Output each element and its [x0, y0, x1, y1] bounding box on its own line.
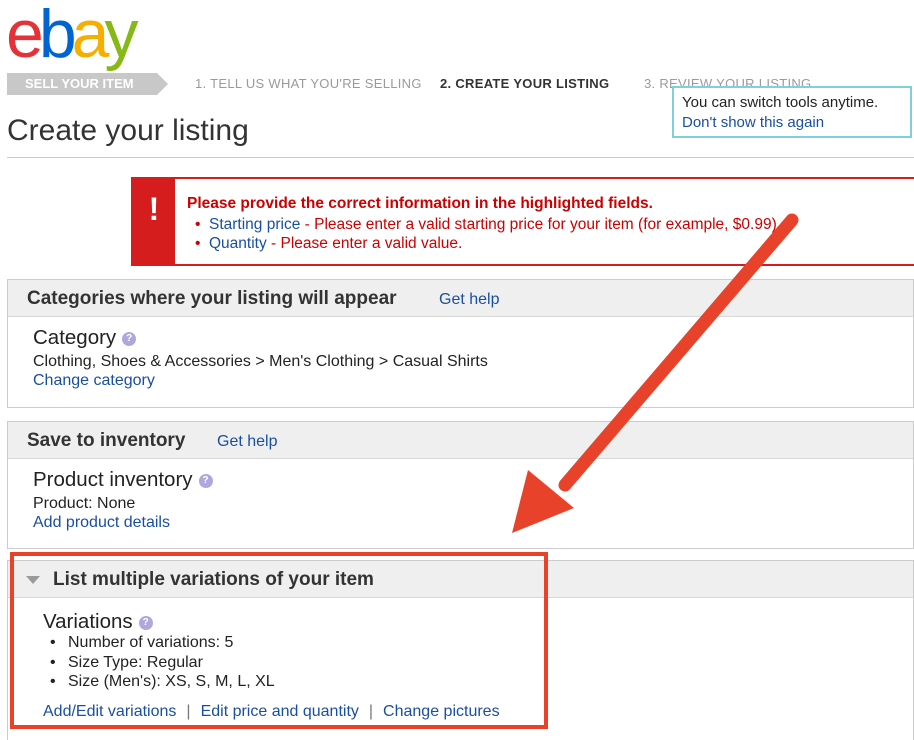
- category-help-icon[interactable]: ?: [122, 331, 137, 346]
- error-list: • Starting price - Please enter a valid s…: [195, 215, 781, 253]
- product-inventory-help-icon[interactable]: ?: [198, 473, 213, 488]
- categories-get-help-link[interactable]: Get help: [439, 291, 499, 309]
- tooltip-message: You can switch tools anytime.: [682, 94, 879, 111]
- product-inventory-label: Product inventory?: [33, 468, 213, 492]
- category-path: Clothing, Shoes & Accessories > Men's Cl…: [33, 353, 488, 370]
- error-item-starting-price: • Starting price - Please enter a valid s…: [195, 216, 782, 233]
- change-category-link[interactable]: Change category: [33, 372, 155, 390]
- inventory-section: Save to inventory Get help Product inven…: [7, 421, 914, 549]
- inventory-heading: Save to inventory: [27, 430, 186, 451]
- categories-section: Categories where your listing will appea…: [7, 279, 914, 408]
- error-item-quantity: • Quantity - Please enter a valid value.: [195, 235, 463, 252]
- step-tell-us: 1. TELL US WHAT YOU'RE SELLING: [195, 76, 422, 91]
- alert-icon: !: [148, 191, 160, 227]
- error-message-box: ! Please provide the correct information…: [131, 177, 914, 266]
- error-icon-column: !: [133, 179, 175, 264]
- switch-tools-tooltip: You can switch tools anytime. Don't show…: [672, 86, 912, 138]
- error-title: Please provide the correct information i…: [187, 195, 653, 212]
- ebay-logo[interactable]: ebay: [6, 0, 138, 68]
- categories-heading: Categories where your listing will appea…: [27, 288, 397, 309]
- product-value: Product: None: [33, 495, 136, 512]
- starting-price-link[interactable]: Starting price: [209, 216, 300, 233]
- dont-show-again-link[interactable]: Don't show this again: [682, 114, 824, 131]
- category-label: Category?: [33, 326, 137, 350]
- step-sell-your-item: SELL YOUR ITEM: [7, 73, 168, 95]
- page-title: Create your listing: [7, 114, 249, 147]
- inventory-get-help-link[interactable]: Get help: [217, 433, 277, 451]
- categories-header: Categories where your listing will appea…: [8, 280, 913, 317]
- quantity-link[interactable]: Quantity: [209, 235, 267, 252]
- annotation-highlight-box: [10, 552, 548, 729]
- inventory-header: Save to inventory Get help: [8, 422, 913, 459]
- add-product-details-link[interactable]: Add product details: [33, 514, 170, 532]
- step-create-listing: 2. CREATE YOUR LISTING: [440, 76, 610, 91]
- title-divider: [7, 157, 914, 158]
